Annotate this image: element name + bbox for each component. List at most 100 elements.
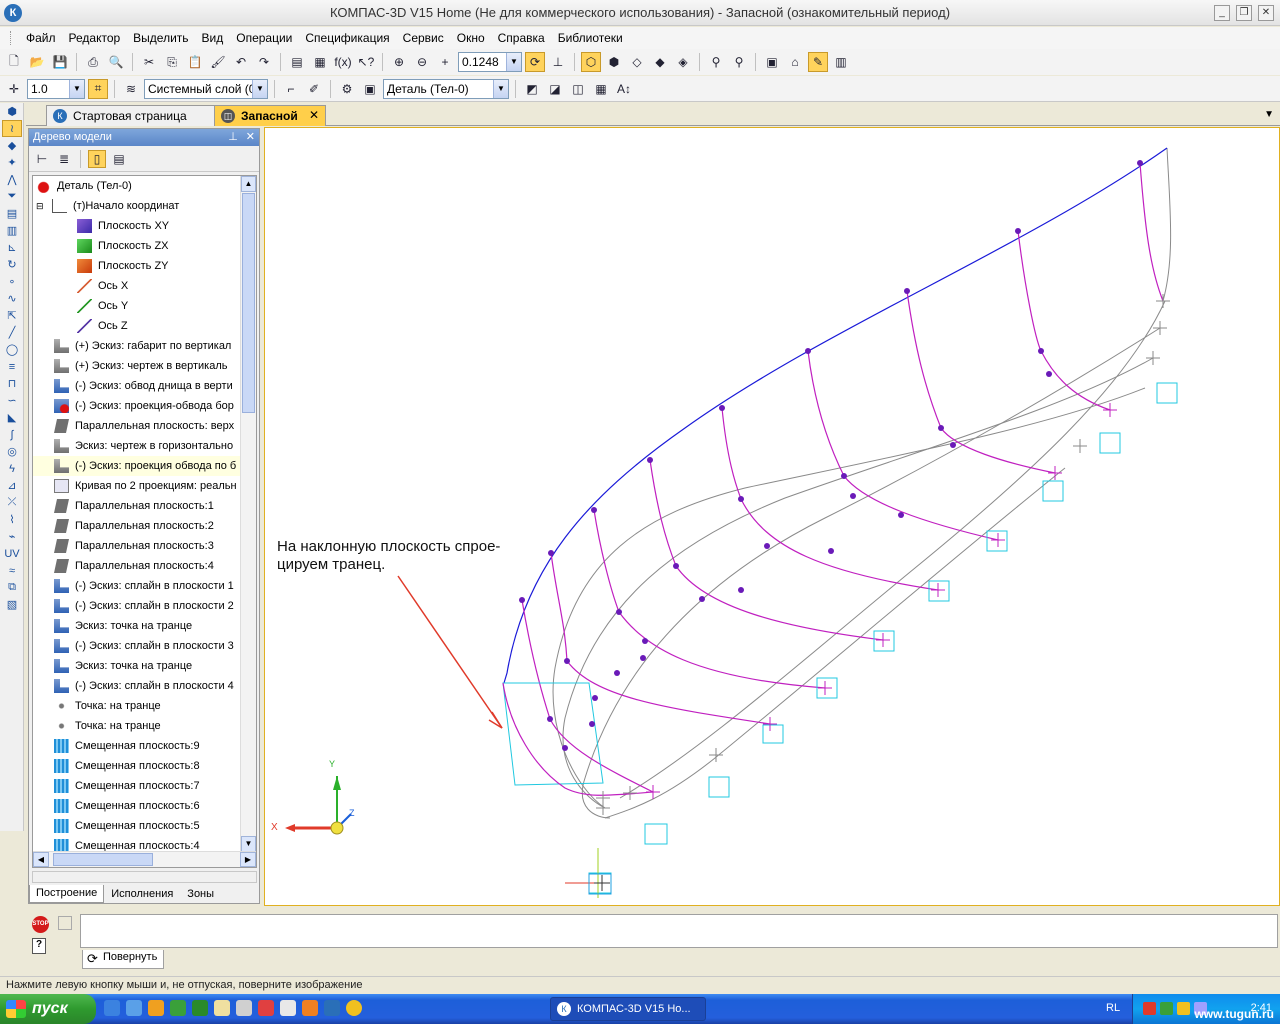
color-icon[interactable]: ◪ [545,79,565,99]
chevron-down-icon[interactable]: ▼ [69,79,84,98]
tree-item[interactable]: (-) Эскиз: обвод днища в верти [33,376,241,396]
detail-combo[interactable]: Деталь (Тел-0) ▼ [383,78,509,99]
filter-icon[interactable]: ⏷ [2,188,22,205]
helix-icon[interactable]: ≡ [2,358,22,375]
wave-icon[interactable]: ≈ [2,562,22,579]
curve-icon[interactable]: ∽ [2,392,22,409]
trim-icon[interactable]: ⌇ [2,511,22,528]
open-file-icon[interactable]: 📂 [27,52,47,72]
tree-item-plane-zy[interactable]: Плоскость ZY [33,256,241,276]
tab-construction[interactable]: Построение [29,885,105,903]
tree-item-axis-x[interactable]: Ось X [33,276,241,296]
format-brush-icon[interactable]: 🖌 [208,52,228,72]
tree-item[interactable]: Эскиз: точка на транце [33,656,241,676]
menu-edit[interactable]: Редактор [69,31,121,45]
close-button[interactable]: ✕ [1258,5,1274,21]
manager-icon[interactable]: ▤ [287,52,307,72]
shaded-edges-icon[interactable]: ◈ [673,52,693,72]
material-icon[interactable]: ◩ [522,79,542,99]
offset-icon[interactable]: ⧉ [2,579,22,596]
firefox-icon[interactable] [148,1000,164,1016]
menu-view[interactable]: Вид [202,31,224,45]
tray-icon[interactable] [1160,1002,1173,1015]
tree-item[interactable]: Точка: на транце [33,716,241,736]
tree-item[interactable]: (-) Эскиз: проекция-обвода бор [33,396,241,416]
tree-item[interactable]: Эскиз: точка на транце [33,616,241,636]
tree-item[interactable]: Параллельная плоскость:4 [33,556,241,576]
solid-ops-icon[interactable]: ⬢ [2,103,22,120]
stop-button[interactable]: STOP [32,916,49,933]
menu-specification[interactable]: Спецификация [305,31,389,45]
tree-item-origin[interactable]: ⊟ (т)Начало координат [33,196,241,216]
tree-item[interactable]: Смещенная плоскость:6 [33,796,241,816]
tree-item[interactable]: Кривая по 2 проекциям: реальн [33,476,241,496]
new-file-icon[interactable]: 🗋 [4,52,24,72]
surface-icon[interactable]: ◣ [2,409,22,426]
layers-icon[interactable]: ≋ [121,79,141,99]
tray-icon[interactable] [1177,1002,1190,1015]
zoom-window-icon[interactable]: ⊕ [389,52,409,72]
paste-icon[interactable]: 📋 [185,52,205,72]
menu-file[interactable]: Файл [26,31,56,45]
tree-item[interactable]: Точка: на транце [33,696,241,716]
close-tab-icon[interactable]: ✕ [309,108,319,122]
light-icon[interactable]: ◫ [568,79,588,99]
snap-icon[interactable]: ✎ [808,52,828,72]
params-icon[interactable]: ⚙ [337,79,357,99]
tree-item[interactable]: Параллельная плоскость:1 [33,496,241,516]
filter2-icon[interactable]: ⚲ [729,52,749,72]
scroll-right-icon[interactable]: ▶ [240,852,256,867]
detail-icon[interactable]: ▣ [360,79,380,99]
tool-icon[interactable] [170,1000,186,1016]
tree-item[interactable]: Параллельная плоскость:3 [33,536,241,556]
function-icon[interactable]: ∫ [2,426,22,443]
tree-item[interactable]: (-) Эскиз: сплайн в плоскости 2 [33,596,241,616]
sheet-icon[interactable]: ▤ [2,205,22,222]
filter-icon[interactable]: ⚲ [706,52,726,72]
measure-icon[interactable]: ▥ [831,52,851,72]
tree-order-icon[interactable]: ≣ [55,150,73,168]
tab-list-icon[interactable]: ▼ [1264,109,1274,120]
save-icon[interactable]: 💾 [50,52,70,72]
kompas-icon[interactable] [324,1000,340,1016]
line-icon[interactable]: ╱ [2,324,22,341]
zoom-combo[interactable]: 0.1248 ▼ [458,52,522,72]
library-icon[interactable]: ▦ [310,52,330,72]
copy-icon[interactable]: ⎘ [162,52,182,72]
sketch-icon[interactable]: ⌐ [281,79,301,99]
blender-icon[interactable] [302,1000,318,1016]
tree-item-axis-z[interactable]: Ось Z [33,316,241,336]
wireframe-icon[interactable]: ⬡ [581,52,601,72]
tree-item[interactable]: Смещенная плоскость:7 [33,776,241,796]
edit-sketch-icon[interactable]: ✐ [304,79,324,99]
intersect-icon[interactable]: ⤫ [2,494,22,511]
redo-icon[interactable]: ↷ [254,52,274,72]
curve2-icon[interactable]: ϟ [2,460,22,477]
tree-item[interactable]: Смещенная плоскость:9 [33,736,241,756]
pin-icon[interactable]: ⊥ [228,129,238,146]
chevron-down-icon[interactable]: ▼ [252,79,267,98]
orientation-icon[interactable]: ⊥ [548,52,568,72]
tab-zones[interactable]: Зоны [180,885,221,903]
tree-item[interactable]: (+) Эскиз: габарит по вертикал [33,336,241,356]
help-pointer-icon[interactable]: ↖? [356,52,376,72]
tree-item[interactable]: Смещенная плоскость:5 [33,816,241,836]
cursor-step-icon[interactable]: ✛ [4,79,24,99]
scroll-down-icon[interactable]: ▼ [241,836,256,852]
edit-icon[interactable]: ⋀ [2,171,22,188]
tray-icon[interactable] [1143,1002,1156,1015]
preview-icon[interactable]: 🔍 [106,52,126,72]
model-viewport[interactable]: Y X Z На наклонную плоскость спрое- циру… [264,127,1280,906]
tree-item[interactable]: (-) Эскиз: проекция обвода по б [33,456,241,476]
spline-icon[interactable]: ∿ [2,290,22,307]
snap-grid-icon[interactable]: ⌗ [88,78,108,99]
circle-icon[interactable]: ◯ [2,341,22,358]
tree-view-icon[interactable]: ▯ [88,149,106,168]
restore-button[interactable]: ❐ [1236,5,1252,21]
measure-icon[interactable]: ▥ [2,222,22,239]
menu-service[interactable]: Сервис [403,31,444,45]
import-icon[interactable]: ⇱ [2,307,22,324]
tree-item[interactable]: Смещенная плоскость:8 [33,756,241,776]
zoom-in-icon[interactable]: + [435,52,455,72]
media-icon[interactable] [258,1000,274,1016]
